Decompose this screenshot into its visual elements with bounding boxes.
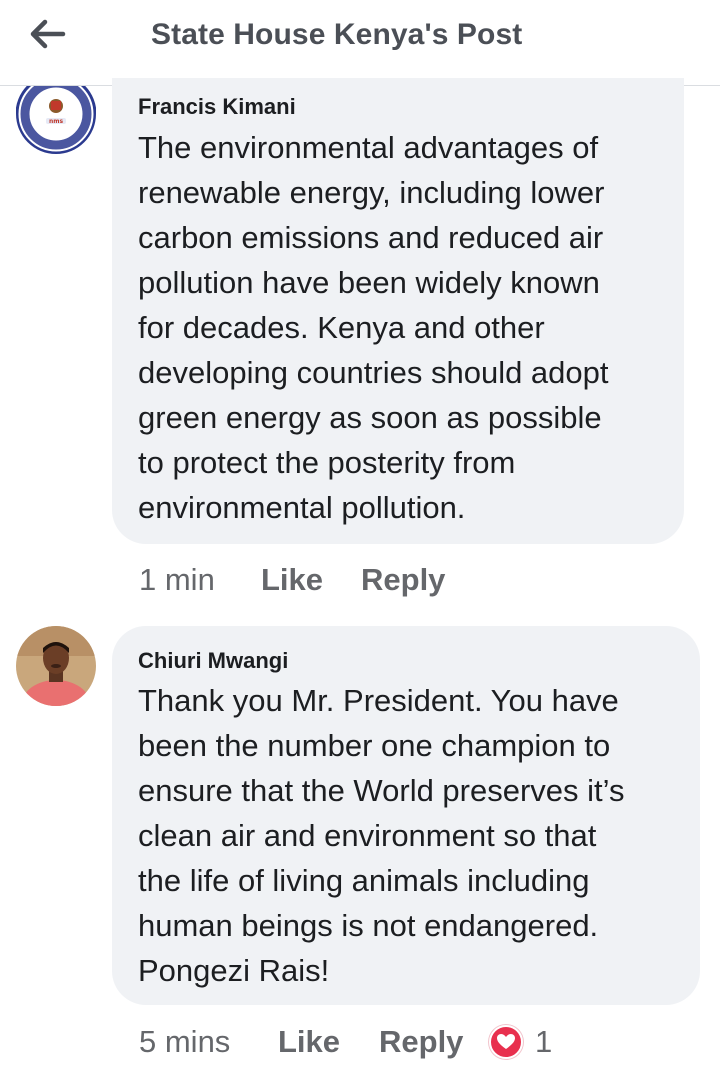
svg-text:nms: nms xyxy=(49,118,64,125)
like-button[interactable]: Like xyxy=(261,562,361,598)
profile-photo xyxy=(16,626,96,706)
like-button[interactable]: Like xyxy=(278,1024,379,1060)
comment-actions: 1 min Like Reply xyxy=(139,560,445,600)
avatar[interactable] xyxy=(16,626,96,706)
page-title: State House Kenya's Post xyxy=(151,18,523,51)
comment-author[interactable]: Chiuri Mwangi xyxy=(138,648,288,674)
comment-actions: 5 mins Like Reply 1 xyxy=(139,1022,552,1062)
comment-timestamp[interactable]: 5 mins xyxy=(139,1024,278,1060)
reaction-summary[interactable]: 1 xyxy=(489,1024,552,1060)
avatar[interactable]: nms xyxy=(16,86,96,154)
reply-button[interactable]: Reply xyxy=(361,562,445,598)
comment-text: The environmental advantages of renewabl… xyxy=(138,130,609,525)
arrow-left-icon xyxy=(30,19,66,49)
comment-bubble: Francis Kimani The environmental advanta… xyxy=(112,78,684,544)
comment-bubble: Chiuri Mwangi Thank you Mr. President. Y… xyxy=(112,626,700,1005)
comment-author[interactable]: Francis Kimani xyxy=(138,94,296,120)
back-button[interactable] xyxy=(22,12,74,56)
heart-icon xyxy=(489,1025,523,1059)
comment-timestamp[interactable]: 1 min xyxy=(139,562,261,598)
reaction-count: 1 xyxy=(535,1024,553,1059)
comment-text: Thank you Mr. President. You have been t… xyxy=(138,683,625,988)
reply-button[interactable]: Reply xyxy=(379,1024,489,1060)
nairobi-metropolitan-services-logo: nms xyxy=(16,86,96,154)
post-header: State House Kenya's Post xyxy=(0,0,720,86)
